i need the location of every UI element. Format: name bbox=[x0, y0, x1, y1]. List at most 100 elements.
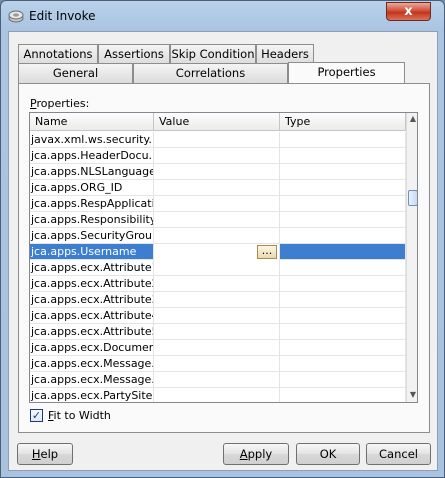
table-row[interactable]: jca.apps.ecx.Documen... bbox=[30, 340, 406, 356]
property-name-cell[interactable]: jca.apps.ORG_ID bbox=[30, 180, 154, 196]
tab-skip-condition[interactable]: Skip Condition bbox=[170, 44, 256, 64]
property-type-cell[interactable] bbox=[280, 308, 406, 324]
scroll-up-icon[interactable]: ▲ bbox=[407, 113, 417, 126]
table-row[interactable]: jca.apps.ecx.Attribute4 bbox=[30, 308, 406, 324]
property-type-cell[interactable] bbox=[280, 244, 406, 260]
property-value-cell[interactable] bbox=[154, 324, 280, 340]
table-row[interactable]: jca.apps.ecx.Attribute3 bbox=[30, 292, 406, 308]
property-value-cell[interactable] bbox=[154, 388, 280, 402]
table-row[interactable]: jca.apps.Responsibility bbox=[30, 212, 406, 228]
property-value-cell[interactable] bbox=[154, 372, 280, 388]
property-value-cell[interactable] bbox=[154, 308, 280, 324]
property-type-cell[interactable] bbox=[280, 148, 406, 164]
property-type-cell[interactable] bbox=[280, 196, 406, 212]
property-name-cell[interactable]: jca.apps.NLSLanguage bbox=[30, 164, 154, 180]
close-icon: x bbox=[404, 4, 413, 19]
ellipsis-button[interactable]: ... bbox=[257, 245, 277, 259]
property-name-cell[interactable]: jca.apps.ecx.PartySiteId bbox=[30, 388, 154, 402]
property-type-cell[interactable] bbox=[280, 260, 406, 276]
tab-headers[interactable]: Headers bbox=[256, 44, 314, 64]
property-type-cell[interactable] bbox=[280, 164, 406, 180]
fit-to-width-checkbox[interactable]: ✓ bbox=[30, 409, 43, 422]
table-row[interactable]: jca.apps.ecx.Message... bbox=[30, 372, 406, 388]
help-button[interactable]: Help bbox=[17, 443, 73, 465]
property-value-cell[interactable] bbox=[154, 164, 280, 180]
table-row[interactable]: jca.apps.ecx.Attribute2 bbox=[30, 276, 406, 292]
property-value-cell[interactable] bbox=[154, 132, 280, 148]
property-type-cell[interactable] bbox=[280, 228, 406, 244]
tab-label: Skip Condition bbox=[171, 47, 255, 61]
properties-table: Name Value Type javax.xml.ws.security...… bbox=[29, 112, 418, 403]
table-row[interactable]: jca.apps.Username... bbox=[30, 244, 406, 260]
vertical-scrollbar[interactable]: ▲ ▼ bbox=[406, 113, 417, 402]
property-name-cell[interactable]: jca.apps.HeaderDocu... bbox=[30, 148, 154, 164]
tab-general[interactable]: General bbox=[18, 63, 133, 83]
apply-button[interactable]: Apply bbox=[223, 443, 289, 465]
property-name-cell[interactable]: jca.apps.ecx.Attribute2 bbox=[30, 276, 154, 292]
property-value-cell[interactable] bbox=[154, 196, 280, 212]
cancel-button[interactable]: Cancel bbox=[366, 443, 431, 465]
column-header-value[interactable]: Value bbox=[154, 113, 280, 131]
property-name-cell[interactable]: jca.apps.SecurityGroup bbox=[30, 228, 154, 244]
property-name-cell[interactable]: jca.apps.ecx.Message... bbox=[30, 372, 154, 388]
tab-label: Properties bbox=[317, 65, 376, 79]
tab-correlations[interactable]: Correlations bbox=[133, 63, 288, 83]
property-name-cell[interactable]: jca.apps.Username bbox=[30, 244, 154, 260]
column-header-name[interactable]: Name bbox=[30, 113, 154, 131]
table-row[interactable]: jca.apps.HeaderDocu... bbox=[30, 148, 406, 164]
property-value-cell[interactable] bbox=[154, 180, 280, 196]
property-type-cell[interactable] bbox=[280, 292, 406, 308]
tab-annotations[interactable]: Annotations bbox=[18, 44, 98, 64]
property-name-cell[interactable]: jca.apps.ecx.Message... bbox=[30, 356, 154, 372]
close-button[interactable]: x bbox=[386, 2, 431, 21]
property-name-cell[interactable]: jca.apps.Responsibility bbox=[30, 212, 154, 228]
ok-button[interactable]: OK bbox=[296, 443, 360, 465]
property-type-cell[interactable] bbox=[280, 324, 406, 340]
table-row[interactable]: javax.xml.ws.security.... bbox=[30, 132, 406, 148]
table-row[interactable]: jca.apps.ORG_ID bbox=[30, 180, 406, 196]
property-value-cell[interactable] bbox=[154, 260, 280, 276]
table-row[interactable]: jca.apps.ecx.PartySiteId bbox=[30, 388, 406, 402]
property-type-cell[interactable] bbox=[280, 212, 406, 228]
property-value-cell[interactable] bbox=[154, 276, 280, 292]
tab-label: Correlations bbox=[175, 66, 246, 80]
table-row[interactable]: jca.apps.ecx.Attribute1 bbox=[30, 260, 406, 276]
property-name-cell[interactable]: jca.apps.ecx.Attribute3 bbox=[30, 292, 154, 308]
property-name-cell[interactable]: javax.xml.ws.security.... bbox=[30, 132, 154, 148]
table-row[interactable]: jca.apps.NLSLanguage bbox=[30, 164, 406, 180]
tab-label: Headers bbox=[261, 47, 309, 61]
property-value-cell[interactable] bbox=[154, 356, 280, 372]
properties-label: Properties: bbox=[30, 97, 90, 110]
scrollbar-thumb[interactable] bbox=[408, 190, 417, 206]
property-type-cell[interactable] bbox=[280, 372, 406, 388]
fit-to-width-label: Fit to Width bbox=[48, 409, 111, 422]
property-type-cell[interactable] bbox=[280, 388, 406, 402]
property-value-cell[interactable] bbox=[154, 212, 280, 228]
table-rows: javax.xml.ws.security.... jca.apps.Header… bbox=[30, 132, 406, 402]
property-type-cell[interactable] bbox=[280, 276, 406, 292]
property-name-cell[interactable]: jca.apps.ecx.Attribute4 bbox=[30, 308, 154, 324]
property-name-cell[interactable]: jca.apps.ecx.Attribute1 bbox=[30, 260, 154, 276]
properties-panel: Properties: Name Value Type javax.xml.ws… bbox=[18, 83, 430, 433]
property-type-cell[interactable] bbox=[280, 356, 406, 372]
scroll-down-icon[interactable]: ▼ bbox=[407, 389, 417, 402]
property-type-cell[interactable] bbox=[280, 132, 406, 148]
property-value-cell[interactable] bbox=[154, 340, 280, 356]
property-value-cell[interactable]: ... bbox=[154, 244, 280, 260]
property-value-cell[interactable] bbox=[154, 292, 280, 308]
table-row[interactable]: jca.apps.RespApplication bbox=[30, 196, 406, 212]
tab-assertions[interactable]: Assertions bbox=[98, 44, 170, 64]
tab-properties[interactable]: Properties bbox=[288, 62, 405, 84]
column-header-type[interactable]: Type bbox=[280, 113, 406, 131]
table-row[interactable]: jca.apps.ecx.Attribute5 bbox=[30, 324, 406, 340]
property-type-cell[interactable] bbox=[280, 340, 406, 356]
property-value-cell[interactable] bbox=[154, 228, 280, 244]
property-name-cell[interactable]: jca.apps.RespApplication bbox=[30, 196, 154, 212]
table-row[interactable]: jca.apps.ecx.Message... bbox=[30, 356, 406, 372]
property-name-cell[interactable]: jca.apps.ecx.Attribute5 bbox=[30, 324, 154, 340]
property-name-cell[interactable]: jca.apps.ecx.Documen... bbox=[30, 340, 154, 356]
property-value-cell[interactable] bbox=[154, 148, 280, 164]
property-type-cell[interactable] bbox=[280, 180, 406, 196]
tab-label: Annotations bbox=[23, 47, 93, 61]
table-row[interactable]: jca.apps.SecurityGroup bbox=[30, 228, 406, 244]
